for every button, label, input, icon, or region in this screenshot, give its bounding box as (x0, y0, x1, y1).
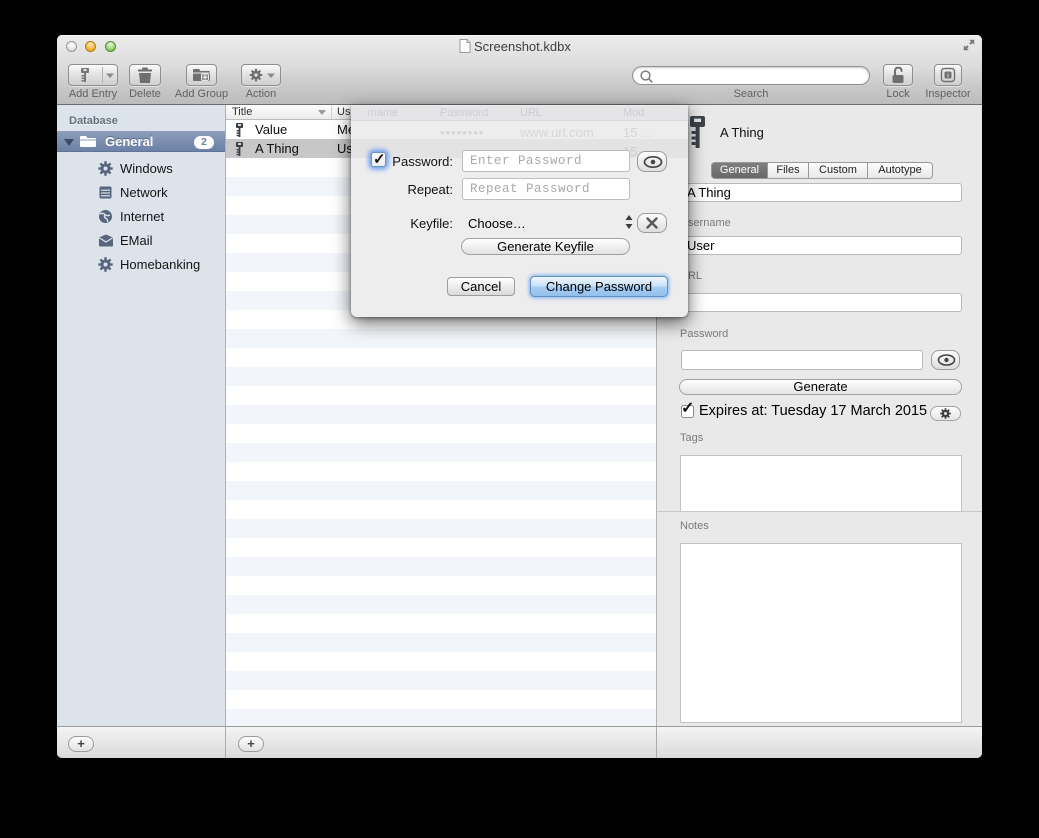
svg-text:i: i (947, 72, 949, 80)
